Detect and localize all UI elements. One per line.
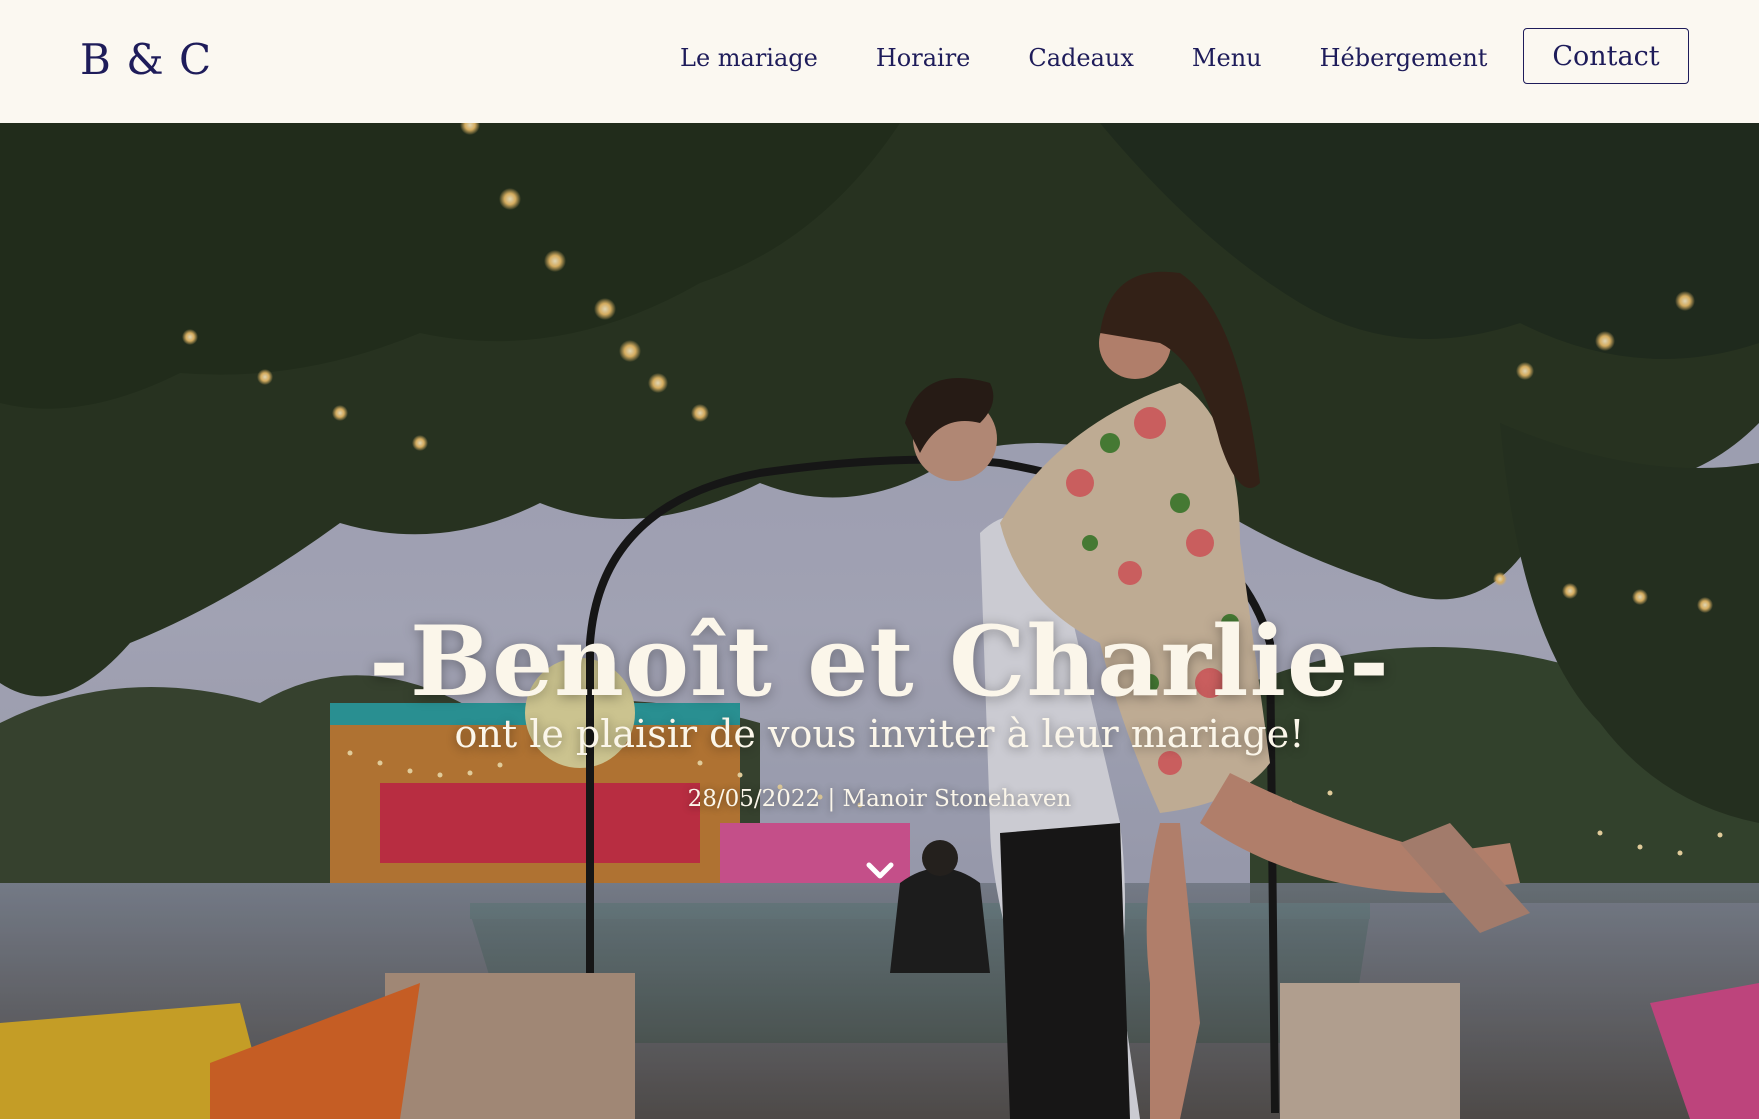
nav-link-hebergement[interactable]: Hébergement <box>1320 38 1488 78</box>
contact-button[interactable]: Contact <box>1523 28 1689 84</box>
hero-section: -Benoît et Charlie- ont le plaisir de vo… <box>0 123 1759 1119</box>
hero-date-location: 28/05/2022 | Manoir Stonehaven <box>687 786 1072 812</box>
nav-link-cadeaux[interactable]: Cadeaux <box>1028 38 1134 78</box>
hero-subtitle: ont le plaisir de vous inviter à leur ma… <box>454 712 1305 756</box>
nav-link-menu[interactable]: Menu <box>1192 38 1262 78</box>
main-menu: Le mariage Horaire Cadeaux Menu Hébergem… <box>680 38 1545 78</box>
nav-link-horaire[interactable]: Horaire <box>876 38 971 78</box>
hero-title: -Benoît et Charlie- <box>369 605 1390 719</box>
chevron-down-icon[interactable] <box>866 861 894 881</box>
site-logo[interactable]: B & C <box>80 30 212 90</box>
top-navigation: B & C Le mariage Horaire Cadeaux Menu Hé… <box>0 0 1759 123</box>
nav-link-le-mariage[interactable]: Le mariage <box>680 38 818 78</box>
